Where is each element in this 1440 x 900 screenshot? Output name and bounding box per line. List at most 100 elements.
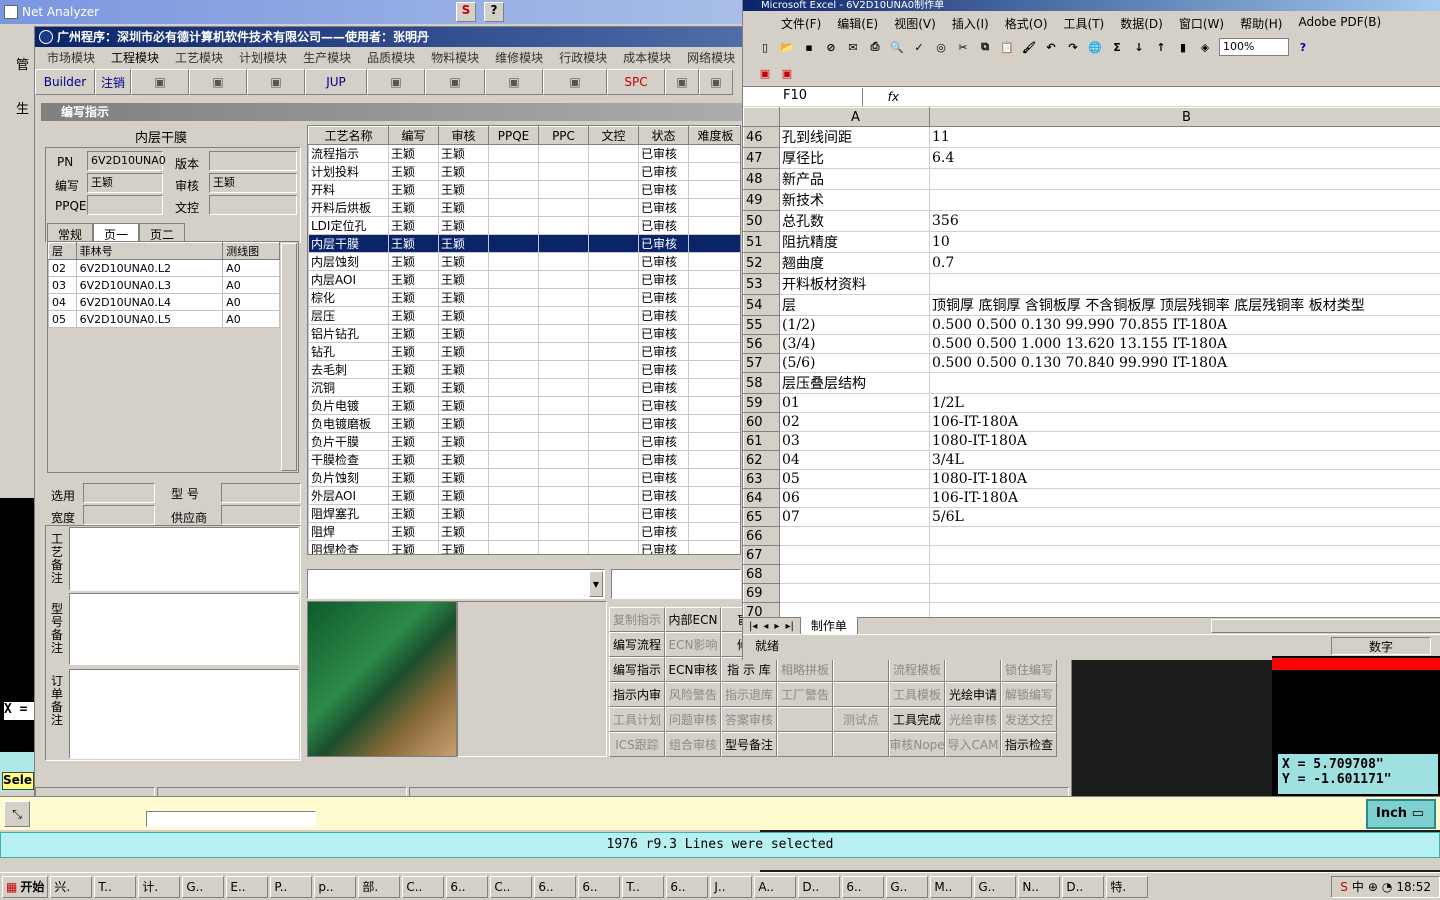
taskbar-item[interactable]: D..: [798, 875, 841, 898]
module-menu-item[interactable]: 网络模块: [681, 47, 741, 67]
taskbar-item[interactable]: 6..: [842, 875, 885, 898]
corner-cell[interactable]: [743, 107, 780, 127]
pdf-email-icon[interactable]: ▣: [779, 65, 795, 81]
taskbar-item[interactable]: T..: [622, 875, 665, 898]
cell-a[interactable]: 厚径比: [779, 147, 930, 169]
action-button[interactable]: 工具完成: [889, 707, 945, 732]
report-icon[interactable]: ▣: [131, 69, 189, 95]
ppqe-field[interactable]: [87, 195, 163, 215]
row-header[interactable]: 50: [743, 210, 780, 232]
module-menu-item[interactable]: 计划模块: [233, 47, 293, 67]
table-row[interactable]: 计划投料 王颖 王颖 已审核: [308, 162, 740, 181]
cell-b[interactable]: 1080-IT-180A: [929, 431, 1440, 451]
save-icon[interactable]: ▪: [801, 39, 817, 55]
row-header[interactable]: 54: [743, 294, 780, 316]
combo-2[interactable]: [611, 569, 741, 599]
process-column-header[interactable]: PPC: [538, 126, 589, 145]
row-header[interactable]: 66: [743, 526, 780, 546]
pn-field[interactable]: 6V2D10UNA0: [87, 151, 166, 171]
reviewer-field[interactable]: 王颖: [209, 173, 297, 193]
action-button[interactable]: 指示退库: [721, 682, 777, 707]
row-header[interactable]: 58: [743, 372, 780, 394]
table-row[interactable]: 沉铜 王颖 王颖 已审核: [308, 378, 740, 397]
cell-a[interactable]: (3/4): [779, 334, 930, 354]
module-menu-item[interactable]: 行政模块: [553, 47, 613, 67]
cell-b[interactable]: 6.4: [929, 147, 1440, 169]
sort-asc-icon[interactable]: ↓: [1131, 39, 1147, 55]
cell-b[interactable]: [929, 168, 1440, 190]
autosum-icon[interactable]: Σ: [1109, 39, 1125, 55]
taskbar-item[interactable]: N..: [1018, 875, 1061, 898]
table-row[interactable]: 04 6V2D10UNA0.L4 A0: [48, 293, 280, 311]
excel-menu-item[interactable]: 文件(F): [773, 12, 829, 34]
cell-b[interactable]: [929, 273, 1440, 295]
cell-b[interactable]: 1/2L: [929, 393, 1440, 413]
cell-a[interactable]: 05: [779, 469, 930, 489]
cell-b[interactable]: [929, 583, 1440, 603]
table-row[interactable]: 负片电镀 王颖 王颖 已审核: [308, 396, 740, 415]
process-column-header[interactable]: 难度板: [688, 126, 740, 145]
action-button[interactable]: [777, 732, 833, 757]
table-row[interactable]: 内层干膜 王颖 王颖 已审核: [308, 234, 740, 253]
taskbar-item[interactable]: 6..: [446, 875, 489, 898]
process-column-header[interactable]: 文控: [588, 126, 639, 145]
ime-icon[interactable]: S: [1340, 880, 1348, 894]
cell-a[interactable]: 阻抗精度: [779, 231, 930, 253]
s-icon[interactable]: S: [456, 2, 476, 22]
action-button[interactable]: 编写指示: [609, 657, 665, 682]
row-header[interactable]: 51: [743, 231, 780, 253]
row-header[interactable]: 69: [743, 583, 780, 603]
cell-b[interactable]: 3/4L: [929, 450, 1440, 470]
action-button[interactable]: 解锁编写: [1001, 682, 1057, 707]
action-button[interactable]: 流程模板: [889, 657, 945, 682]
table-row[interactable]: 流程指示 王颖 王颖 已审核: [308, 144, 740, 163]
action-button[interactable]: 工具计划: [609, 707, 665, 732]
cell-a[interactable]: 01: [779, 393, 930, 413]
last-sheet-icon[interactable]: ▸|: [785, 621, 793, 632]
action-button[interactable]: 审核Nope: [889, 732, 945, 757]
action-button[interactable]: [945, 657, 1001, 682]
cell-a[interactable]: [779, 545, 930, 565]
excel-menu-item[interactable]: 格式(O): [997, 12, 1056, 34]
sort-desc-icon[interactable]: ↑: [1153, 39, 1169, 55]
taskbar-item[interactable]: P..: [270, 875, 313, 898]
layer-column-header[interactable]: 测线图: [222, 242, 280, 260]
cell-b[interactable]: 0.500 0.500 0.130 70.840 99.990 IT-180A: [929, 353, 1440, 373]
row-header[interactable]: 53: [743, 273, 780, 295]
cell-a[interactable]: 总孔数: [779, 210, 930, 232]
table-row[interactable]: 阻焊塞孔 王颖 王颖 已审核: [308, 504, 740, 523]
cell-a[interactable]: 06: [779, 488, 930, 508]
action-button[interactable]: 答案审核: [721, 707, 777, 732]
formula-input[interactable]: [903, 88, 1440, 106]
tools-icon[interactable]: ▣: [485, 69, 543, 95]
table-row[interactable]: 钻孔 王颖 王颖 已审核: [308, 342, 740, 361]
action-button[interactable]: 相略拼板: [777, 657, 833, 682]
row-header[interactable]: 70: [743, 602, 780, 617]
sheet-tab[interactable]: 制作单: [799, 617, 858, 635]
control-field[interactable]: [209, 195, 297, 215]
row-header[interactable]: 52: [743, 252, 780, 274]
hyperlink-icon[interactable]: 🌐: [1087, 39, 1103, 55]
module-menu-item[interactable]: 品质模块: [361, 47, 421, 67]
row-header[interactable]: 61: [743, 431, 780, 451]
select-field[interactable]: [83, 483, 155, 503]
select-label[interactable]: Sele: [2, 772, 34, 790]
action-button[interactable]: 锁住编写: [1001, 657, 1057, 682]
row-header[interactable]: 46: [743, 126, 780, 148]
table-row[interactable]: 铝片钻孔 王颖 王颖 已审核: [308, 324, 740, 343]
table-row[interactable]: 03 6V2D10UNA0.L3 A0: [48, 276, 280, 294]
taskbar-item[interactable]: D..: [1062, 875, 1105, 898]
cell-b[interactable]: 0.500 0.500 1.000 13.620 13.155 IT-180A: [929, 334, 1440, 354]
cell-a[interactable]: (5/6): [779, 353, 930, 373]
undo-icon[interactable]: ↶: [1043, 39, 1059, 55]
taskbar-item[interactable]: 部.: [358, 875, 401, 898]
taskbar-item[interactable]: E..: [226, 875, 269, 898]
process-column-header[interactable]: 状态: [638, 126, 689, 145]
taskbar-item[interactable]: G..: [974, 875, 1017, 898]
layer-scrollbar[interactable]: [281, 243, 297, 471]
help-icon[interactable]: ?: [1295, 39, 1311, 55]
col-header-b[interactable]: B: [929, 107, 1440, 127]
row-header[interactable]: 47: [743, 147, 780, 169]
row-header[interactable]: 49: [743, 189, 780, 211]
cell-a[interactable]: 翘曲度: [779, 252, 930, 274]
